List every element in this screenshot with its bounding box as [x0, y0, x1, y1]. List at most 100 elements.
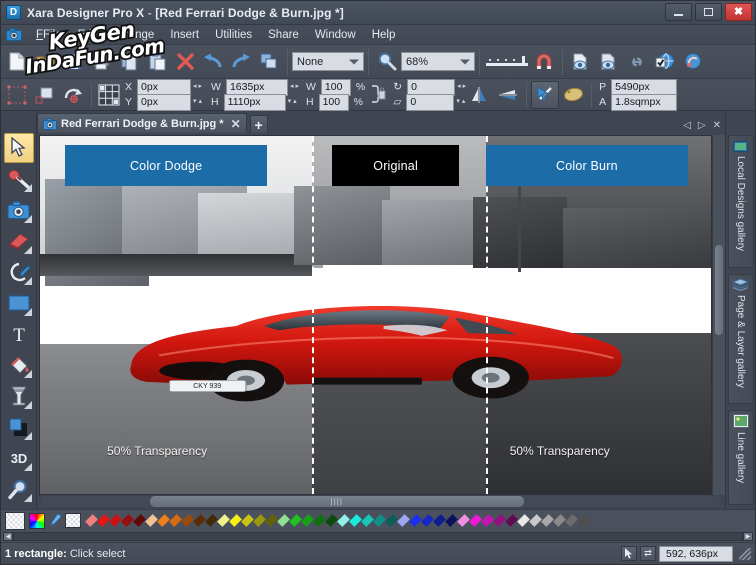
canvas-vertical-scrollbar[interactable]: [712, 135, 725, 495]
canvas-horizontal-scrollbar[interactable]: ||||: [41, 496, 721, 507]
menu-share[interactable]: Share: [260, 28, 307, 42]
x-stepper-right[interactable]: ▸: [199, 83, 203, 90]
save-icon[interactable]: [59, 48, 87, 76]
page-preview-icon[interactable]: [567, 48, 595, 76]
menu-help[interactable]: Help: [364, 28, 404, 42]
palette-scroll-left[interactable]: ◀: [3, 531, 13, 541]
tool-selection-tool[interactable]: [3, 133, 34, 163]
palette-swatch[interactable]: [360, 514, 374, 527]
skew-stepper-down[interactable]: ▾: [456, 98, 460, 105]
zoom-slider[interactable]: [484, 48, 530, 76]
palette-swatch[interactable]: [204, 514, 218, 527]
palette-swatch[interactable]: [216, 514, 230, 527]
palette-swatch[interactable]: [552, 514, 566, 527]
palette-swatch[interactable]: [468, 514, 482, 527]
palette-swatch[interactable]: [384, 514, 398, 527]
palette-swatch[interactable]: [456, 514, 470, 527]
tool-rectangle-tool[interactable]: [4, 288, 34, 318]
object-alignment-icon[interactable]: [96, 81, 122, 109]
color-wheel-icon[interactable]: [29, 512, 45, 529]
resize-grip-icon[interactable]: [739, 547, 751, 560]
tool-photo-tool[interactable]: [4, 195, 34, 225]
palette-swatch[interactable]: [144, 514, 158, 527]
palette-swatch[interactable]: [192, 514, 206, 527]
document-tab-close-icon[interactable]: ✕: [231, 117, 241, 131]
palette-swatch[interactable]: [264, 514, 278, 527]
palette-swatch[interactable]: [252, 514, 266, 527]
palette-swatch[interactable]: [180, 514, 194, 527]
rotate-stepper-left[interactable]: ◂: [457, 83, 461, 90]
snap-toggle-icon[interactable]: ⇄: [640, 546, 656, 561]
tab-nav-next-icon[interactable]: ▷: [698, 120, 706, 131]
open-folder-icon[interactable]: [31, 48, 59, 76]
skew-input[interactable]: 0: [406, 93, 455, 111]
clipart-icon[interactable]: [559, 81, 587, 109]
gallery-page-layer[interactable]: Page & Layer gallery: [727, 274, 754, 404]
palette-swatch[interactable]: [444, 514, 458, 527]
menu-file[interactable]: FFile: [28, 28, 70, 42]
camera-icon[interactable]: [5, 28, 22, 42]
quality-dropdown[interactable]: None: [292, 52, 364, 71]
y-stepper-up[interactable]: ▴: [199, 98, 203, 105]
move-object-icon[interactable]: [31, 81, 59, 109]
new-document-icon[interactable]: [3, 48, 31, 76]
palette-swatch[interactable]: [108, 514, 122, 527]
palette-swatch[interactable]: [312, 514, 326, 527]
horizontal-scroll-thumb[interactable]: ||||: [149, 496, 524, 507]
palette-swatch[interactable]: [408, 514, 422, 527]
palette-swatch[interactable]: [336, 514, 350, 527]
menu-window[interactable]: Window: [307, 28, 364, 42]
undo-icon[interactable]: [199, 48, 227, 76]
share-icon[interactable]: [679, 48, 707, 76]
palette-swatch[interactable]: [120, 514, 134, 527]
w-stepper-right[interactable]: ▸: [295, 83, 299, 90]
zoom-tool-icon[interactable]: [373, 48, 401, 76]
height-input[interactable]: 1110px: [223, 93, 286, 111]
document-preview-icon[interactable]: [595, 48, 623, 76]
y-stepper-down[interactable]: ▾: [193, 98, 197, 105]
palette-swatch[interactable]: [504, 514, 518, 527]
delete-button[interactable]: [171, 48, 199, 76]
palette-swatch[interactable]: [288, 514, 302, 527]
palette-swatch[interactable]: [480, 514, 494, 527]
gallery-local-designs[interactable]: Local Designs gallery: [727, 135, 754, 269]
transparent-swatch[interactable]: [65, 513, 81, 528]
menu-utilities[interactable]: Utilities: [207, 28, 260, 42]
palette-scroll-right[interactable]: ▶: [743, 531, 753, 541]
palette-swatch[interactable]: [432, 514, 446, 527]
tool-extrude-tool[interactable]: 3D: [4, 443, 34, 473]
tool-eraser-tool[interactable]: [4, 226, 34, 256]
x-stepper-left[interactable]: ◂: [193, 83, 197, 90]
palette-swatch[interactable]: [564, 514, 578, 527]
tool-shape-editor-tool[interactable]: [4, 257, 34, 287]
document-canvas[interactable]: CKY 939 Color Dodge Original Color Burn …: [39, 135, 712, 495]
palette-swatch[interactable]: [576, 514, 590, 527]
palette-swatch[interactable]: [276, 514, 290, 527]
tab-nav-close-icon[interactable]: ✕: [713, 120, 721, 131]
tab-nav-prev-icon[interactable]: ◁: [683, 120, 691, 131]
h-stepper-up[interactable]: ▴: [293, 98, 297, 105]
paste-icon[interactable]: [143, 48, 171, 76]
palette-swatch[interactable]: [300, 514, 314, 527]
close-button[interactable]: ✖: [725, 3, 752, 21]
palette-swatch[interactable]: [348, 514, 362, 527]
print-icon[interactable]: [87, 48, 115, 76]
palette-swatch[interactable]: [96, 514, 110, 527]
palette-swatch[interactable]: [516, 514, 530, 527]
link-icon[interactable]: [623, 48, 651, 76]
palette-swatch[interactable]: [156, 514, 170, 527]
selector-tool-icon[interactable]: [531, 80, 560, 109]
snap-magnet-icon[interactable]: [530, 48, 558, 76]
palette-swatch[interactable]: [528, 514, 542, 527]
redo-icon[interactable]: [227, 48, 255, 76]
palette-swatch[interactable]: [84, 514, 98, 527]
height-percent-input[interactable]: 100: [318, 93, 349, 111]
skew-stepper-up[interactable]: ▴: [462, 98, 466, 105]
menu-insert[interactable]: Insert: [162, 28, 207, 42]
tool-zoom-tool[interactable]: [4, 474, 34, 504]
web-properties-icon[interactable]: [651, 48, 679, 76]
tool-shadow-tool[interactable]: [4, 412, 34, 442]
rotate-icon[interactable]: [59, 81, 87, 109]
palette-swatch[interactable]: [168, 514, 182, 527]
flip-horizontal-icon[interactable]: [466, 81, 494, 109]
